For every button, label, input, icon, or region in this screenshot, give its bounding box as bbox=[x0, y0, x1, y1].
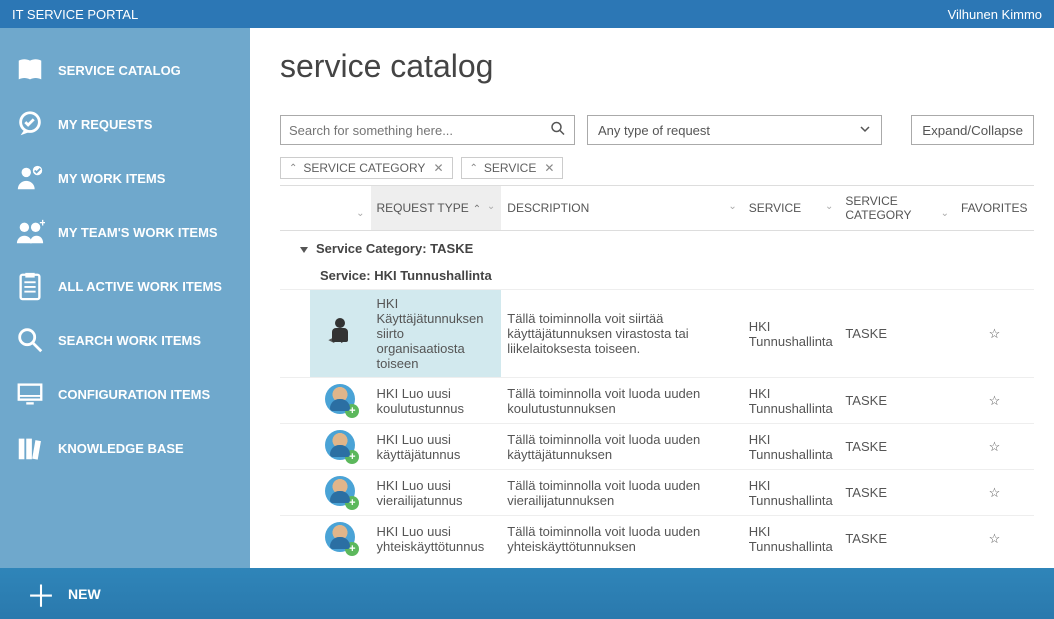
chevron-up-icon: ⌃ bbox=[470, 163, 478, 174]
cell-request-type: HKI Luo uusi koulutustunnus bbox=[371, 378, 502, 424]
sidebar-item-label: SERVICE CATALOG bbox=[58, 63, 181, 78]
group-chip-service[interactable]: ⌃ SERVICE ✕ bbox=[461, 157, 564, 179]
user-plus-icon: + bbox=[325, 476, 355, 506]
column-service[interactable]: SERVICE⌄ bbox=[743, 186, 840, 231]
table-row[interactable]: + HKI Luo uusi käyttäjätunnusTällä toimin… bbox=[280, 424, 1034, 470]
new-button[interactable]: NEW bbox=[68, 586, 101, 602]
cell-description: Tällä toiminnolla voit luoda uuden koulu… bbox=[501, 378, 742, 424]
chevron-up-icon: ⌃ bbox=[289, 163, 297, 174]
svg-text:+: + bbox=[39, 217, 45, 229]
column-favorites[interactable]: FAVORITES⌄ bbox=[955, 186, 1034, 231]
table-row[interactable]: + HKI Luo uusi yhteiskäyttötunnusTällä to… bbox=[280, 516, 1034, 562]
column-service-category[interactable]: SERVICE CATEGORY⌄ bbox=[839, 186, 955, 231]
sidebar-item-my-team-s-work-items[interactable]: + MY TEAM'S WORK ITEMS bbox=[0, 205, 250, 259]
plus-icon[interactable]: ＋ bbox=[26, 572, 56, 616]
table-row[interactable]: ◄ ► HKI Käyttäjätunnuksen siirto organisa… bbox=[280, 290, 1034, 378]
cell-category: TASKE bbox=[839, 516, 955, 562]
footer-bar: ＋ NEW bbox=[0, 568, 1054, 619]
sidebar-item-label: KNOWLEDGE BASE bbox=[58, 441, 184, 456]
column-description[interactable]: DESCRIPTION⌄ bbox=[501, 186, 742, 231]
sidebar-item-label: MY TEAM'S WORK ITEMS bbox=[58, 225, 218, 240]
cell-service: HKI Tunnushallinta bbox=[743, 424, 840, 470]
user-plus-icon: + bbox=[325, 384, 355, 414]
sidebar: SERVICE CATALOG MY REQUESTS MY WORK ITEMS +… bbox=[0, 28, 250, 568]
column-request-type[interactable]: REQUEST TYPE⌃⌄ bbox=[371, 186, 502, 231]
cell-category: TASKE bbox=[839, 290, 955, 378]
cell-category: TASKE bbox=[839, 378, 955, 424]
cell-service: HKI Tunnushallinta bbox=[743, 516, 840, 562]
cell-request-type: HKI Luo uusi vierailijatunnus bbox=[371, 470, 502, 516]
request-type-dropdown-label: Any type of request bbox=[598, 123, 710, 138]
column-spacer-0 bbox=[280, 186, 310, 231]
cell-category: TASKE bbox=[839, 470, 955, 516]
cell-category: TASKE bbox=[839, 424, 955, 470]
clipboard-list-icon bbox=[14, 270, 46, 302]
chip-label: SERVICE CATEGORY bbox=[303, 161, 425, 175]
user-plus-icon: + bbox=[325, 430, 355, 460]
sidebar-item-all-active-work-items[interactable]: ALL ACTIVE WORK ITEMS bbox=[0, 259, 250, 313]
sidebar-item-knowledge-base[interactable]: KNOWLEDGE BASE bbox=[0, 421, 250, 475]
search-icon[interactable] bbox=[550, 121, 566, 140]
favorite-star[interactable]: ☆ bbox=[955, 378, 1034, 424]
search-input[interactable] bbox=[289, 123, 544, 138]
user-transfer-icon: ◄ ► bbox=[324, 316, 356, 348]
user-plus-icon: + bbox=[325, 522, 355, 552]
check-bubble-icon bbox=[14, 108, 46, 140]
close-icon[interactable]: ✕ bbox=[433, 161, 443, 175]
cell-service: HKI Tunnushallinta bbox=[743, 378, 840, 424]
group-row-category[interactable]: Service Category: TASKE bbox=[280, 231, 1034, 263]
user-name[interactable]: Vilhunen Kimmo bbox=[948, 7, 1042, 22]
team-plus-icon: + bbox=[14, 216, 46, 248]
person-check-icon bbox=[14, 162, 46, 194]
sidebar-item-search-work-items[interactable]: SEARCH WORK ITEMS bbox=[0, 313, 250, 367]
cell-service: HKI Tunnushallinta bbox=[743, 470, 840, 516]
search-box[interactable] bbox=[280, 115, 575, 145]
book-icon bbox=[14, 54, 46, 86]
favorite-star[interactable]: ☆ bbox=[955, 516, 1034, 562]
table-row[interactable]: + HKI Luo uusi vierailijatunnusTällä toim… bbox=[280, 470, 1034, 516]
main-content: service catalog Any type of request Expa… bbox=[250, 28, 1054, 568]
books-icon bbox=[14, 432, 46, 464]
sidebar-item-label: MY WORK ITEMS bbox=[58, 171, 165, 186]
catalog-grid: ⌄ REQUEST TYPE⌃⌄ DESCRIPTION⌄ SERVICE⌄ S… bbox=[280, 185, 1034, 561]
caret-down-icon bbox=[300, 247, 308, 253]
sidebar-item-my-requests[interactable]: MY REQUESTS bbox=[0, 97, 250, 151]
group-row-service[interactable]: Service: HKI Tunnushallinta bbox=[280, 262, 1034, 290]
sidebar-item-label: MY REQUESTS bbox=[58, 117, 152, 132]
chip-label: SERVICE bbox=[484, 161, 536, 175]
sidebar-item-label: CONFIGURATION ITEMS bbox=[58, 387, 210, 402]
expand-collapse-button[interactable]: Expand/Collapse bbox=[911, 115, 1034, 145]
cell-request-type: HKI Käyttäjätunnuksen siirto organisaati… bbox=[371, 290, 502, 378]
sidebar-item-my-work-items[interactable]: MY WORK ITEMS bbox=[0, 151, 250, 205]
magnifier-icon bbox=[14, 324, 46, 356]
sidebar-item-label: ALL ACTIVE WORK ITEMS bbox=[58, 279, 222, 294]
close-icon[interactable]: ✕ bbox=[544, 161, 554, 175]
cell-description: Tällä toiminnolla voit luoda uuden käytt… bbox=[501, 424, 742, 470]
cell-service: HKI Tunnushallinta bbox=[743, 290, 840, 378]
chevron-down-icon bbox=[859, 123, 871, 138]
favorite-star[interactable]: ☆ bbox=[955, 424, 1034, 470]
app-header: IT SERVICE PORTAL Vilhunen Kimmo bbox=[0, 0, 1054, 28]
page-title: service catalog bbox=[280, 48, 1034, 85]
app-title: IT SERVICE PORTAL bbox=[12, 7, 138, 22]
sidebar-item-configuration-items[interactable]: CONFIGURATION ITEMS bbox=[0, 367, 250, 421]
favorite-star[interactable]: ☆ bbox=[955, 290, 1034, 378]
sidebar-item-service-catalog[interactable]: SERVICE CATALOG bbox=[0, 43, 250, 97]
cell-description: Tällä toiminnolla voit siirtää käyttäjät… bbox=[501, 290, 742, 378]
sidebar-item-label: SEARCH WORK ITEMS bbox=[58, 333, 201, 348]
cell-request-type: HKI Luo uusi yhteiskäyttötunnus bbox=[371, 516, 502, 562]
favorite-star[interactable]: ☆ bbox=[955, 470, 1034, 516]
monitor-icon bbox=[14, 378, 46, 410]
cell-request-type: HKI Luo uusi käyttäjätunnus bbox=[371, 424, 502, 470]
cell-description: Tällä toiminnolla voit luoda uuden viera… bbox=[501, 470, 742, 516]
cell-description: Tällä toiminnolla voit luoda uuden yhtei… bbox=[501, 516, 742, 562]
table-row[interactable]: + HKI Luo uusi koulutustunnusTällä toimin… bbox=[280, 378, 1034, 424]
group-chip-service-category[interactable]: ⌃ SERVICE CATEGORY ✕ bbox=[280, 157, 453, 179]
request-type-dropdown[interactable]: Any type of request bbox=[587, 115, 882, 145]
column-icon[interactable]: ⌄ bbox=[310, 186, 370, 231]
